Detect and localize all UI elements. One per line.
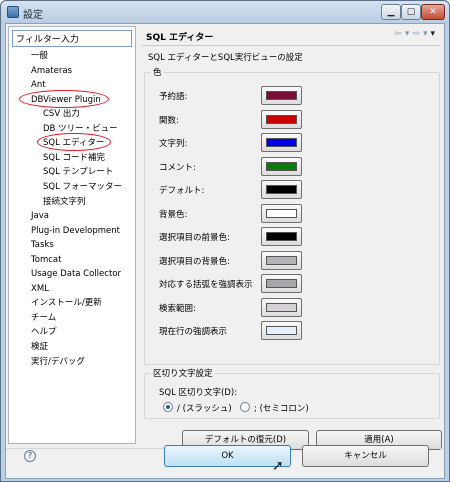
color-label: 予約語: (159, 92, 188, 102)
color-swatch-button[interactable] (261, 227, 302, 246)
color-swatch-button[interactable] (261, 86, 302, 105)
help-icon[interactable]: ? (24, 450, 36, 462)
color-swatch-button[interactable] (261, 203, 302, 223)
app-icon (7, 6, 19, 18)
color-fill (266, 138, 297, 147)
tree-item[interactable]: 実行/デバッグ (31, 355, 85, 369)
preferences-window: 設定 ▁ ▢ ✕ 一般AmaterasAntDBViewer PluginCSV… (0, 0, 450, 482)
color-fill (266, 114, 297, 124)
color-swatch-button[interactable] (261, 156, 302, 176)
tree-item[interactable]: ヘルプ (31, 325, 57, 339)
color-fill (266, 279, 297, 288)
color-swatch-button[interactable] (261, 109, 302, 129)
tree-item[interactable]: Amateras (31, 64, 72, 78)
color-fill (266, 161, 297, 171)
tree-item[interactable]: SQL コード補完 (43, 151, 105, 165)
maximize-button[interactable]: ▢ (401, 4, 421, 20)
tree-item[interactable]: SQL テンプレート (43, 165, 113, 179)
color-swatch-button[interactable] (261, 321, 302, 340)
view-menu-icon[interactable]: ▾ (430, 29, 438, 39)
color-swatch-button[interactable] (261, 297, 302, 317)
color-label: コメント: (159, 162, 196, 173)
color-group: 色 予約語: 関数: 文字列: コメント: デフォルト: 背景色: 選択項目の前景色: 選択項… (144, 66, 440, 365)
tree-item[interactable]: XML (31, 282, 49, 296)
cancel-button[interactable]: キャンセル (302, 445, 429, 467)
delimiter-label: SQL 区切り文字(D): (159, 388, 238, 398)
right-panel: SQL エディター ⇦▾⇨▾▾ SQL エディターとSQL実行ビューの設定 色 … (140, 26, 442, 450)
color-swatch-button[interactable] (261, 180, 302, 199)
color-label: 背景色: (159, 209, 188, 220)
title-bar[interactable]: 設定 ▁ ▢ ✕ (1, 1, 449, 23)
tree-item[interactable]: Plug-in Development (31, 224, 120, 238)
color-fill (266, 208, 297, 218)
header-divider (142, 45, 440, 46)
tree-item[interactable]: CSV 出力 (43, 107, 80, 121)
back-arrow-icon[interactable]: ⇦▾ (394, 29, 412, 39)
delimiter-group: 区切り文字設定 SQL 区切り文字(D): / (スラッシュ) ; (セミコロン… (144, 367, 440, 419)
radio-semicolon-label[interactable]: ; (セミコロン) (254, 402, 309, 414)
radio-slash[interactable] (163, 402, 173, 412)
color-fill (266, 185, 297, 194)
tree-item[interactable]: Tomcat (31, 253, 61, 267)
color-fill (266, 91, 297, 100)
color-fill (266, 232, 297, 241)
color-label: 選択項目の前景色: (159, 233, 230, 243)
window-title: 設定 (23, 10, 43, 21)
tree-item[interactable]: インストール/更新 (31, 296, 102, 310)
tree-item[interactable]: SQL フォーマッター (43, 180, 122, 194)
color-label: 検索範囲: (159, 303, 196, 314)
tree-item[interactable]: 検証 (31, 340, 48, 354)
tree-item[interactable]: Java (31, 209, 49, 223)
color-label: 現在行の強調表示 (159, 327, 228, 337)
color-label: デフォルト: (159, 186, 205, 196)
color-label: 対応する括弧を強調表示 (159, 280, 253, 290)
minimize-button[interactable]: ▁ (381, 4, 401, 20)
delimiter-group-label: 区切り文字設定 (151, 367, 215, 379)
radio-semicolon[interactable] (240, 402, 250, 412)
color-swatch-button[interactable] (261, 250, 302, 270)
tree-item[interactable]: 一般 (31, 49, 48, 63)
forward-arrow-icon[interactable]: ⇨▾ (412, 29, 430, 39)
page-description: SQL エディターとSQL実行ビューの設定 (148, 53, 303, 63)
color-label: 選択項目の背景色: (159, 256, 230, 267)
page-title: SQL エディター (146, 33, 214, 43)
tree-item[interactable]: 接続文字列 (43, 195, 86, 209)
color-swatch-button[interactable] (261, 274, 302, 293)
highlight-oval (19, 89, 109, 108)
mouse-cursor-icon: ➚ (272, 458, 284, 474)
left-panel: 一般AmaterasAntDBViewer PluginCSV 出力DB ツリー… (8, 26, 136, 444)
close-button[interactable]: ✕ (421, 4, 445, 20)
tree-item[interactable]: Usage Data Collector (31, 267, 121, 281)
color-fill (266, 255, 297, 265)
history-nav[interactable]: ⇦▾⇨▾▾ (394, 29, 438, 39)
tree-item[interactable]: チーム (31, 311, 56, 325)
color-fill (266, 302, 297, 312)
tree-item[interactable]: Tasks (31, 238, 54, 252)
color-label: 関数: (159, 115, 179, 126)
dialog-client: 一般AmaterasAntDBViewer PluginCSV 出力DB ツリー… (5, 23, 445, 479)
color-group-label: 色 (151, 66, 164, 78)
color-label: 文字列: (159, 139, 188, 149)
radio-slash-label[interactable]: / (スラッシュ) (177, 402, 232, 414)
color-swatch-button[interactable] (261, 133, 302, 152)
filter-input[interactable] (12, 30, 132, 47)
color-fill (266, 326, 297, 335)
